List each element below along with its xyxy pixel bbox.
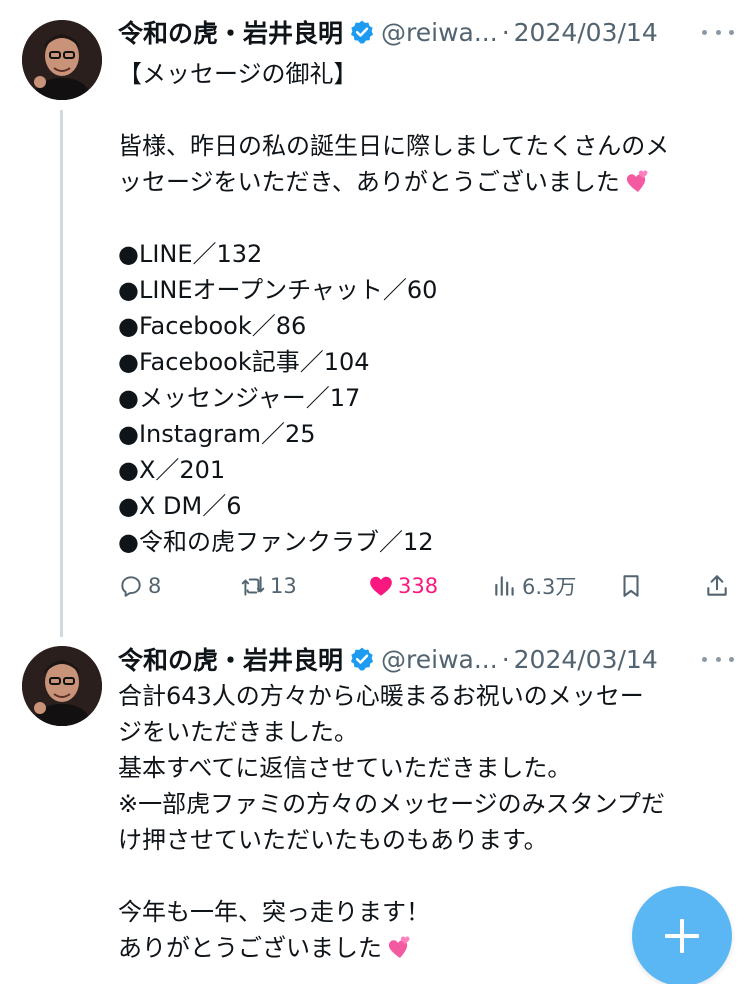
text-line: け押させていただいたものもあります。: [118, 826, 548, 854]
share-icon: [707, 575, 727, 596]
author-handle[interactable]: @reiwa...: [381, 18, 498, 47]
tweet-date[interactable]: 2024/03/14: [514, 645, 658, 674]
text-line: 合計643人の方々から心暖まるお祝いのメッセー: [118, 682, 644, 710]
separator-dot: ·: [501, 17, 510, 47]
text-line: ッセージをいただき、ありがとうございました: [118, 168, 620, 196]
compose-fab-button[interactable]: [632, 886, 732, 984]
bookmark-button[interactable]: [618, 568, 648, 604]
stat-line: ●LINEオープンチャット／60: [118, 276, 438, 304]
reply-button[interactable]: 8: [118, 568, 161, 604]
reply-count: 8: [148, 574, 162, 598]
stat-line: ●令和の虎ファンクラブ／12: [118, 528, 434, 556]
more-options-icon[interactable]: [698, 18, 738, 46]
tweet-header: 令和の虎・岩井良明 @reiwa... · 2024/03/14: [118, 12, 738, 52]
views-chart-icon: [495, 576, 514, 596]
plus-icon: [665, 919, 699, 953]
stat-line: ●X／201: [118, 456, 226, 484]
text-line: ※一部虎ファミの方々のメッセージのみスタンプだ: [118, 790, 665, 818]
text-line-with-emoji: ッセージをいただき、ありがとうございました: [118, 164, 733, 200]
more-options-icon[interactable]: [698, 645, 738, 673]
retweet-count: 13: [270, 574, 297, 598]
text-line: ジをいただきました。: [118, 718, 358, 746]
separator-dot: ·: [501, 644, 510, 674]
author-name[interactable]: 令和の虎・岩井良明: [118, 14, 343, 50]
author-name[interactable]: 令和の虎・岩井良明: [118, 641, 343, 677]
reply-icon: [121, 576, 141, 597]
views-button[interactable]: 6.3万: [492, 568, 576, 604]
action-bar: 8 13 338 6.3万: [118, 568, 733, 604]
two-hearts-emoji-icon: [388, 936, 410, 958]
retweet-icon: [241, 576, 265, 596]
like-count: 338: [398, 574, 439, 598]
avatar[interactable]: [22, 20, 102, 100]
tweet-text: 【メッセージの御礼】 皆様、昨日の私の誕生日に際しましてたくさんのメ ッセージを…: [118, 56, 733, 560]
text-line: 皆様、昨日の私の誕生日に際しましてたくさんのメ: [118, 132, 670, 160]
like-button[interactable]: 338: [368, 568, 438, 604]
stat-line: ●Facebook記事／104: [118, 348, 370, 376]
heart-filled-icon: [370, 576, 392, 596]
avatar[interactable]: [22, 646, 102, 726]
stat-line: ●X DM／6: [118, 492, 242, 520]
bookmark-icon: [623, 575, 639, 597]
stat-line: ●Instagram／25: [118, 420, 316, 448]
two-hearts-emoji-icon: [626, 170, 648, 192]
stat-line: ●LINE／132: [118, 240, 263, 268]
share-button[interactable]: [704, 568, 734, 604]
thread-line: [60, 110, 63, 637]
stat-line: ●メッセンジャー／17: [118, 384, 361, 412]
verified-badge-icon: [350, 647, 374, 671]
text-line: 基本すべてに返信させていただきました。: [118, 754, 572, 782]
tweet-date[interactable]: 2024/03/14: [514, 18, 658, 47]
views-count: 6.3万: [522, 575, 577, 599]
retweet-button[interactable]: 13: [240, 568, 297, 604]
tweet-header: 令和の虎・岩井良明 @reiwa... · 2024/03/14: [118, 639, 738, 679]
text-line: 【メッセージの御礼】: [118, 60, 358, 88]
author-handle[interactable]: @reiwa...: [381, 645, 498, 674]
text-line: ありがとうございました: [118, 934, 382, 962]
verified-badge-icon: [350, 20, 374, 44]
stat-line: ●Facebook／86: [118, 312, 307, 340]
